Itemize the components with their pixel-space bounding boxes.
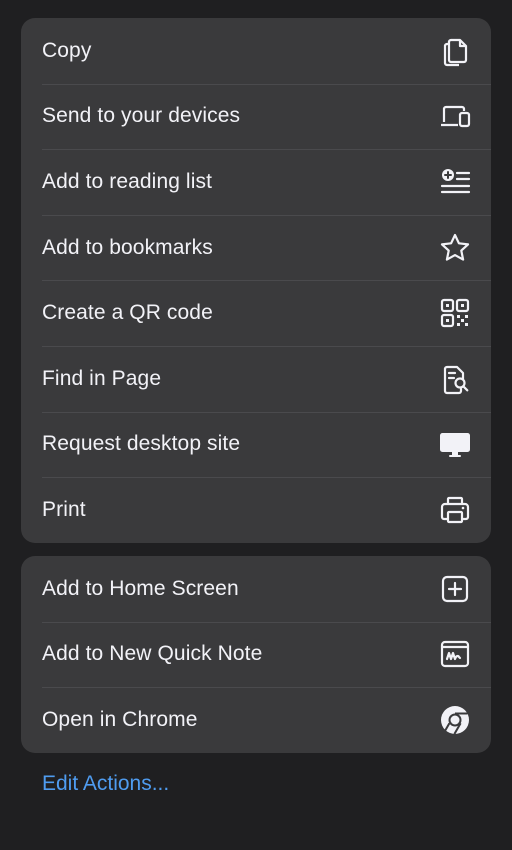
action-add-to-bookmarks[interactable]: Add to bookmarks <box>21 214 491 281</box>
qr-code-icon <box>438 296 472 330</box>
action-add-to-reading-list[interactable]: Add to reading list <box>21 149 491 215</box>
share-sheet: Copy Send to your devices Add to reading… <box>0 0 512 850</box>
action-copy[interactable]: Copy <box>21 18 491 84</box>
action-open-in-chrome[interactable]: Open in Chrome <box>21 687 491 753</box>
star-icon <box>438 231 472 265</box>
quick-note-icon <box>438 637 472 671</box>
action-label: Add to New Quick Note <box>42 642 263 666</box>
reading-list-icon <box>438 165 472 199</box>
add-square-icon <box>438 572 472 606</box>
action-label: Print <box>42 497 86 521</box>
action-label: Add to bookmarks <box>42 235 213 259</box>
action-label: Request desktop site <box>42 432 241 456</box>
printer-icon <box>438 493 472 527</box>
action-label: Copy <box>42 38 92 62</box>
actions-group-secondary: Add to Home Screen Add to New Quick Note… <box>21 556 491 753</box>
devices-icon <box>438 99 472 133</box>
chrome-icon <box>438 703 472 737</box>
edit-actions-link[interactable]: Edit Actions... <box>42 772 169 796</box>
action-label: Send to your devices <box>42 104 241 128</box>
action-add-to-home-screen[interactable]: Add to Home Screen <box>21 556 491 622</box>
find-in-page-icon <box>438 362 472 396</box>
copy-icon <box>438 34 472 68</box>
action-label: Add to Home Screen <box>42 576 239 600</box>
action-print[interactable]: Print <box>21 477 491 543</box>
desktop-icon <box>438 427 472 461</box>
action-label: Create a QR code <box>42 301 213 325</box>
action-add-to-quick-note[interactable]: Add to New Quick Note <box>21 621 491 688</box>
actions-group-primary: Copy Send to your devices Add to reading… <box>21 18 491 543</box>
action-label: Open in Chrome <box>42 707 198 731</box>
action-find-in-page[interactable]: Find in Page <box>21 345 491 412</box>
action-send-to-devices[interactable]: Send to your devices <box>21 83 491 150</box>
action-create-qr-code[interactable]: Create a QR code <box>21 280 491 346</box>
action-label: Find in Page <box>42 366 162 390</box>
action-request-desktop-site[interactable]: Request desktop site <box>21 411 491 478</box>
action-label: Add to reading list <box>42 169 213 193</box>
